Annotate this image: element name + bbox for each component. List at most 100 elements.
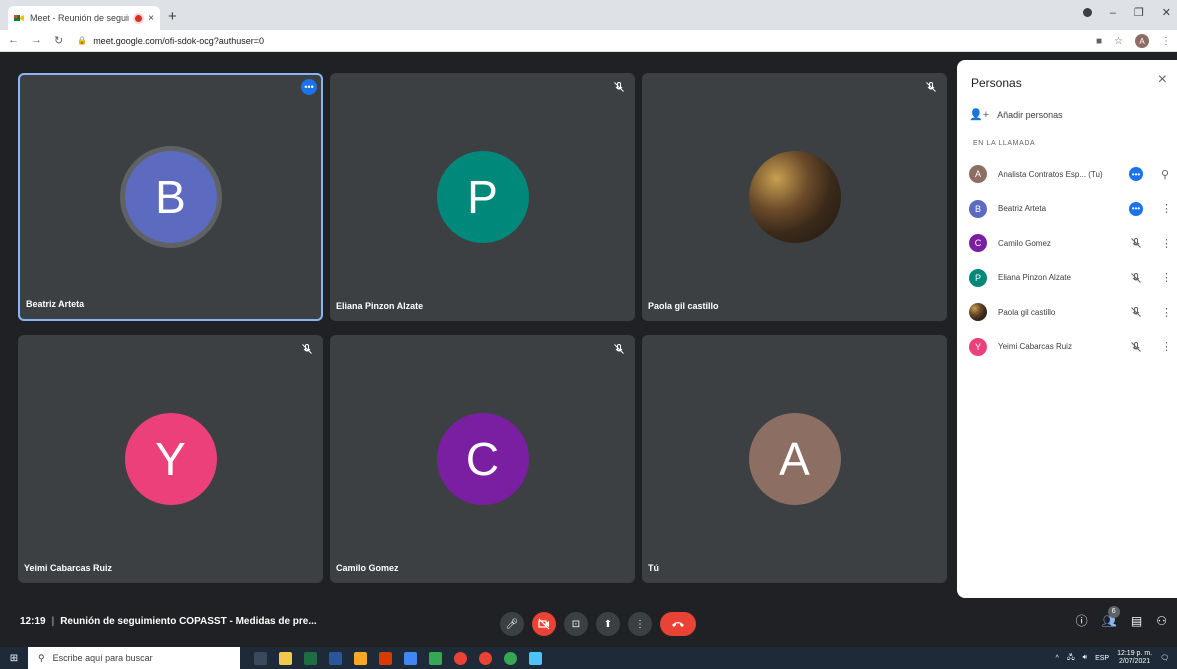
video-tile[interactable]: P Eliana Pinzon Alzate — [330, 73, 635, 321]
mic-off-icon[interactable] — [1130, 237, 1142, 249]
camera-indicator-icon[interactable]: ■ — [1096, 36, 1102, 47]
chat-icon[interactable]: ▤ — [1131, 614, 1142, 628]
muted-status — [1129, 340, 1143, 354]
meeting-time: 12:19 — [20, 616, 46, 627]
pin-icon[interactable]: ⚲ — [1161, 168, 1169, 181]
bookmark-star-icon[interactable]: ☆ — [1114, 36, 1123, 47]
participant-name: Beatriz Arteta — [998, 204, 1047, 213]
panel-title: Personas — [971, 76, 1022, 90]
microphone-button[interactable]: 🎤︎ — [500, 612, 524, 636]
search-icon: ⚲ — [38, 652, 45, 663]
muted-status — [1129, 305, 1143, 319]
participant-avatar: B — [124, 151, 217, 243]
url-field[interactable]: meet.google.com/ofi-sdok-ocg?authuser=0 — [93, 36, 264, 46]
sticky-notes-icon[interactable] — [354, 651, 367, 665]
activities-icon[interactable]: ⚇ — [1156, 614, 1167, 628]
leave-call-button[interactable] — [660, 612, 696, 636]
mic-off-icon — [302, 344, 312, 354]
present-screen-button[interactable]: ⬆ — [596, 612, 620, 636]
profile-avatar[interactable]: A — [1135, 34, 1149, 48]
mic-off-icon[interactable] — [1130, 341, 1142, 353]
office-icon[interactable] — [379, 651, 392, 665]
windows-start-icon[interactable]: ⊞ — [0, 653, 28, 664]
file-explorer-icon[interactable] — [279, 651, 292, 665]
in-call-section-label: EN LA LLAMADA — [973, 140, 1036, 147]
chrome-profile-2-icon[interactable] — [504, 651, 517, 665]
mic-off-icon[interactable] — [1130, 272, 1142, 284]
windows-taskbar: ⊞ ⚲ Escribe aquí para buscar ^ 🖧 🔊︎ ESP — [0, 647, 1177, 669]
teams-icon[interactable] — [404, 651, 417, 665]
restore-button[interactable]: ❐ — [1134, 6, 1144, 19]
notifications-icon[interactable]: 🗨︎ — [1160, 654, 1169, 662]
minimize-button[interactable]: – — [1110, 7, 1116, 19]
people-button[interactable]: 👥︎ 6 — [1102, 605, 1120, 628]
video-tile[interactable]: Y Yeimi Cabarcas Ruiz — [18, 335, 323, 583]
task-view-icon[interactable] — [254, 651, 267, 665]
back-arrow-icon[interactable]: ← — [8, 34, 19, 47]
more-icon[interactable]: ⋮ — [1161, 306, 1172, 319]
chrome-profile-icon[interactable] — [479, 651, 492, 665]
camera-off-button[interactable] — [532, 612, 556, 636]
forward-arrow-icon[interactable]: → — [31, 34, 42, 47]
word-icon[interactable] — [329, 651, 342, 665]
participant-row[interactable]: C Camilo Gomez ⋮ — [969, 233, 1172, 253]
browser-menu-icon[interactable]: ⋮ — [1161, 36, 1171, 47]
video-tile[interactable]: C Camilo Gomez — [330, 335, 635, 583]
participant-name: Yeimi Cabarcas Ruiz — [998, 342, 1072, 351]
app-icon[interactable] — [429, 651, 442, 665]
taskbar-search-box[interactable]: ⚲ Escribe aquí para buscar — [28, 647, 240, 669]
new-tab-button[interactable]: + — [168, 8, 177, 26]
taskbar-clock[interactable]: 12:19 p. m. 2/07/2021 — [1117, 650, 1152, 666]
photos-icon[interactable] — [529, 651, 542, 665]
participant-row[interactable]: Y Yeimi Cabarcas Ruiz ⋮ — [969, 337, 1172, 357]
participant-row[interactable]: Paola gil castillo ⋮ — [969, 302, 1172, 322]
captions-icon: ⊡ — [571, 618, 581, 630]
participant-name: Paola gil castillo — [648, 301, 719, 311]
search-placeholder: Escribe aquí para buscar — [52, 653, 153, 663]
meeting-details-icon[interactable]: ⓘ — [1076, 612, 1088, 629]
more-icon[interactable]: ⋮ — [1161, 202, 1172, 215]
more-options-button[interactable]: ⋮ — [628, 612, 652, 636]
close-panel-icon[interactable]: × — [1158, 72, 1167, 88]
browser-tab[interactable]: Meet - Reunión de seguimie × — [8, 6, 160, 30]
more-icon[interactable]: ⋮ — [1161, 340, 1172, 353]
participant-row[interactable]: B Beatriz Arteta ••• ⋮ — [969, 199, 1172, 219]
meeting-title[interactable]: Reunión de seguimiento COPASST - Medidas… — [60, 616, 317, 627]
participant-row[interactable]: A Analista Contratos Esp... (Tu) ••• ⚲ — [969, 164, 1169, 184]
video-tile[interactable]: Paola gil castillo — [642, 73, 947, 321]
participant-name: Camilo Gomez — [336, 563, 399, 573]
close-window-button[interactable]: ✕ — [1162, 6, 1171, 19]
mic-off-icon[interactable] — [1130, 306, 1142, 318]
mic-off-icon — [926, 82, 936, 92]
add-people-button[interactable]: 👤+ Añadir personas — [969, 108, 1063, 121]
network-icon[interactable]: 🖧 — [1067, 653, 1075, 664]
window-controls: – ❐ ✕ — [1082, 6, 1171, 19]
media-indicator-icon[interactable] — [1082, 8, 1092, 17]
more-icon[interactable]: ⋮ — [1161, 237, 1172, 250]
muted-status — [1129, 236, 1143, 250]
excel-icon[interactable] — [304, 651, 317, 665]
chrome-icon[interactable] — [454, 651, 467, 665]
volume-icon[interactable]: 🔊︎ — [1083, 654, 1087, 662]
tab-close-icon[interactable]: × — [148, 13, 154, 24]
speaking-indicator-icon[interactable]: ••• — [301, 79, 317, 95]
meeting-info: 12:19 | Reunión de seguimiento COPASST - M… — [20, 616, 317, 627]
people-panel: Personas × 👤+ Añadir personas EN LA LLAM… — [957, 60, 1177, 598]
tray-chevron-icon[interactable]: ^ — [1056, 655, 1059, 662]
meet-favicon-icon — [14, 15, 24, 21]
video-tile[interactable]: A Tú — [642, 335, 947, 583]
participant-photo — [748, 151, 841, 243]
participant-row[interactable]: P Eliana Pinzon Alzate ⋮ — [969, 268, 1172, 288]
more-icon[interactable]: ⋮ — [1161, 271, 1172, 284]
lock-icon[interactable]: 🔒 — [77, 36, 87, 45]
reload-icon[interactable]: ↻ — [54, 34, 63, 47]
more-vertical-icon: ⋮ — [635, 618, 645, 630]
captions-button[interactable]: ⊡ — [564, 612, 588, 636]
separator: | — [51, 616, 55, 627]
video-tile[interactable]: B Beatriz Arteta ••• — [18, 73, 323, 321]
language-indicator[interactable]: ESP — [1095, 655, 1109, 662]
participant-avatar: A — [748, 413, 841, 505]
participant-avatar: C — [436, 413, 529, 505]
participant-name: Tú — [648, 563, 659, 573]
address-bar: ← → ↻ 🔒 meet.google.com/ofi-sdok-ocg?aut… — [0, 30, 1177, 52]
